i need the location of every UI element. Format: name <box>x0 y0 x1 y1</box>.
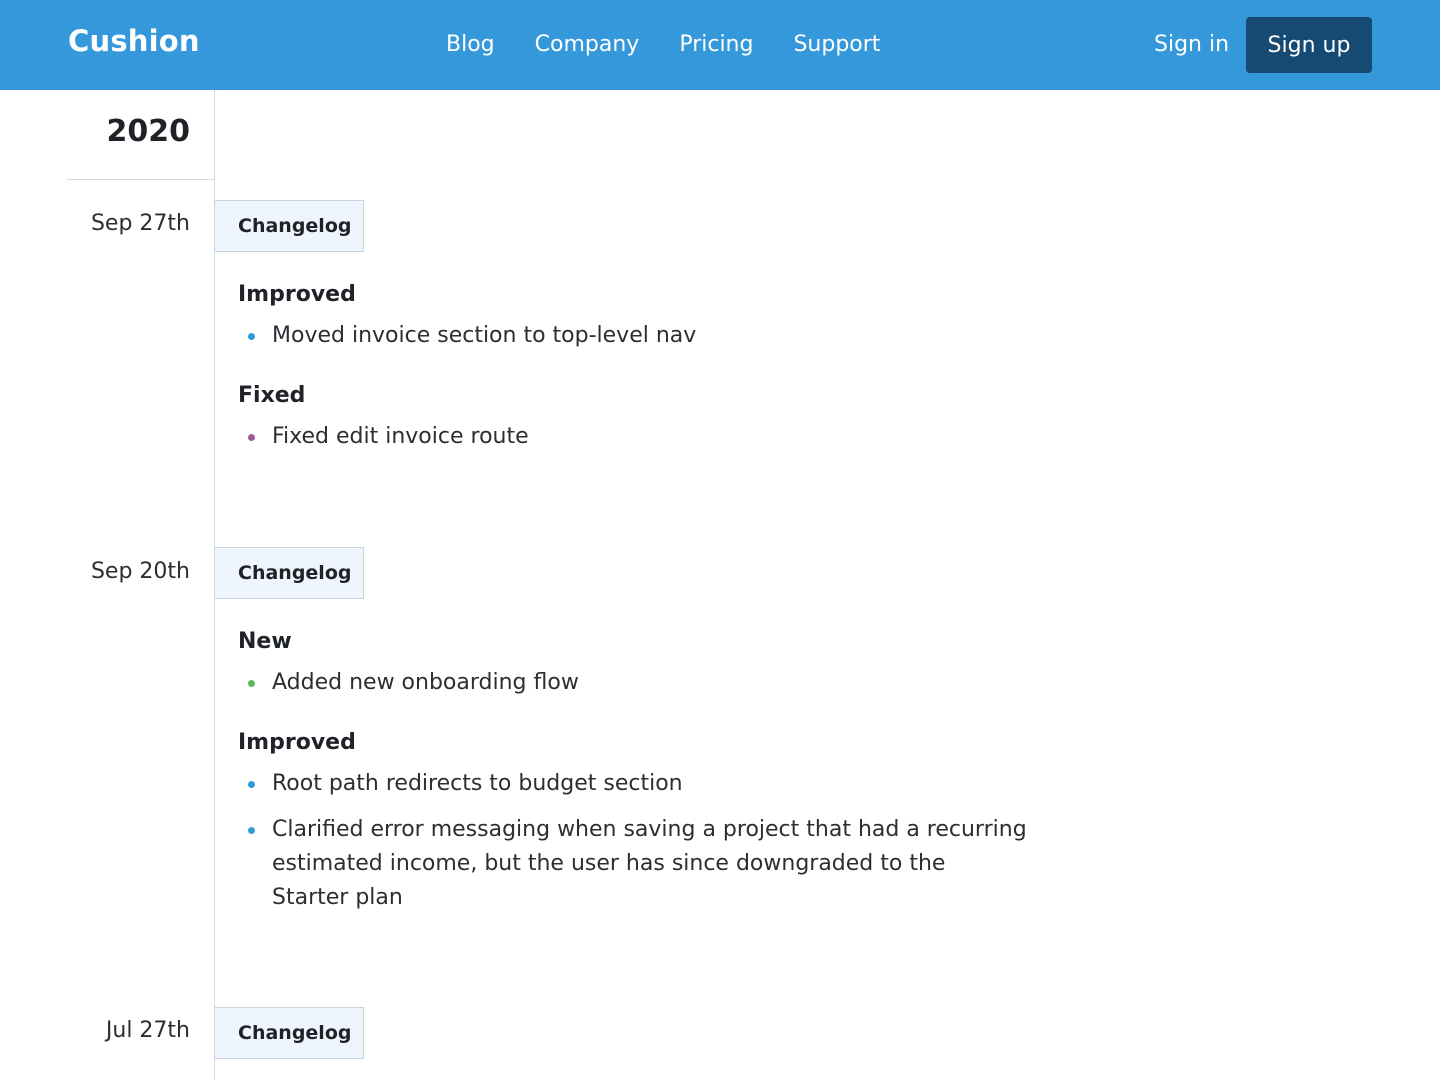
logo-link[interactable]: Cushion <box>68 24 200 58</box>
nav-blog[interactable]: Blog <box>446 30 495 60</box>
list-item-text: Fixed edit invoice route <box>272 424 529 449</box>
list-item: Added new onboarding flow <box>248 666 1028 700</box>
list-item: Clarified error messaging when saving a … <box>248 813 1028 915</box>
main-nav: Blog Company Pricing Support <box>446 30 920 60</box>
list-item-text: Root path redirects to budget section <box>272 771 683 796</box>
list-item: Fixed edit invoice route <box>248 420 1028 454</box>
entry-date: Sep 20th <box>90 559 190 584</box>
section-title-improved: Improved <box>238 282 356 307</box>
year-divider <box>67 179 214 180</box>
list-item-text: Added new onboarding flow <box>272 670 579 695</box>
bullet-dot <box>248 827 255 834</box>
nav-support[interactable]: Support <box>793 30 880 60</box>
changelog-tag[interactable]: Changelog <box>214 1007 364 1059</box>
list-item-text: Moved invoice section to top-level nav <box>272 323 697 348</box>
changelog-tag[interactable]: Changelog <box>214 547 364 599</box>
sign-in-link[interactable]: Sign in <box>1154 30 1229 60</box>
list-item: Moved invoice section to top-level nav <box>248 319 1028 353</box>
list-item-text: Clarified error messaging when saving a … <box>272 817 1027 910</box>
bullet-dot <box>248 434 255 441</box>
list-item: Root path redirects to budget section <box>248 767 1028 801</box>
section-title-fixed: Fixed <box>238 383 306 408</box>
bullet-dot <box>248 680 255 687</box>
entry-date: Jul 27th <box>105 1018 190 1043</box>
changelog-tag[interactable]: Changelog <box>214 200 364 252</box>
bullet-dot <box>248 333 255 340</box>
top-navbar: Cushion Blog Company Pricing Support Sig… <box>0 0 1440 90</box>
nav-company[interactable]: Company <box>535 30 640 60</box>
bullet-dot <box>248 781 255 788</box>
nav-pricing[interactable]: Pricing <box>679 30 753 60</box>
year-heading: 2020 <box>106 114 191 149</box>
entry-date: Sep 27th <box>90 211 190 236</box>
section-title-improved: Improved <box>238 730 356 755</box>
sign-up-button[interactable]: Sign up <box>1246 17 1372 73</box>
section-title-new: New <box>238 629 292 654</box>
